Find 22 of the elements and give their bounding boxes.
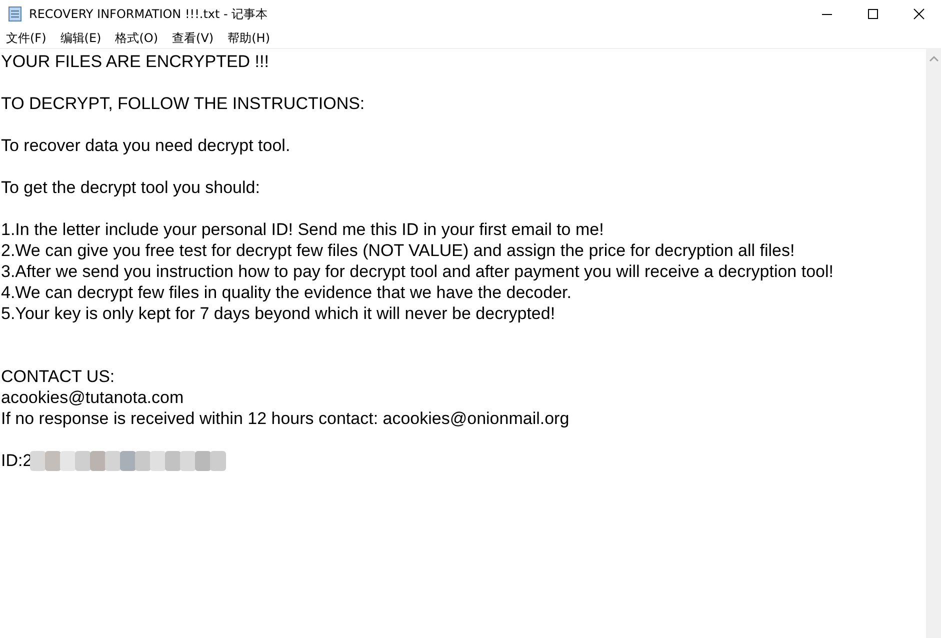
scrollbar[interactable] xyxy=(926,49,941,638)
text-line: If no response is received within 12 hours contact: acookies@onionmail.org xyxy=(1,408,570,429)
close-icon[interactable] xyxy=(913,8,925,20)
menu-item[interactable]: 查看(V) xyxy=(171,30,215,46)
text-line: YOUR FILES ARE ENCRYPTED !!! xyxy=(1,51,270,72)
text-line: To get the decrypt tool you should: xyxy=(1,177,261,198)
menu-item[interactable]: 编辑(E) xyxy=(59,30,102,46)
menu-item[interactable]: 帮助(H) xyxy=(226,30,271,46)
text-line: 3.After we send you instruction how to pay for decrypt tool and after payment you will receive a decryption tool! xyxy=(1,261,834,282)
menu-item[interactable]: 格式(O) xyxy=(114,30,160,46)
text-line: To recover data you need decrypt tool. xyxy=(1,135,292,156)
text-line: acookies@tutanota.com xyxy=(1,387,185,408)
menu-item[interactable]: 文件(F) xyxy=(5,30,48,46)
text-line: 1.In the letter include your personal ID! Send me this ID in your first email to me! xyxy=(1,219,605,240)
notepad-icon xyxy=(7,6,23,22)
text-line: 4.We can decrypt few files in quality the evidence that we have the decoder. xyxy=(1,282,572,303)
text-line: 2.We can give you free test for decrypt few files (NOT VALUE) and assign the price for decryption all files! xyxy=(1,240,796,261)
text-line: CONTACT US: xyxy=(1,366,116,387)
text-line: 5.Your key is only kept for 7 days beyond which it will never be decrypted! xyxy=(1,303,556,324)
maximize-icon[interactable] xyxy=(867,8,879,20)
text-line: TO DECRYPT, FOLLOW THE INSTRUCTIONS: xyxy=(1,93,366,114)
window-title: RECOVERY INFORMATION !!!.txt - 记事本 xyxy=(29,6,268,22)
